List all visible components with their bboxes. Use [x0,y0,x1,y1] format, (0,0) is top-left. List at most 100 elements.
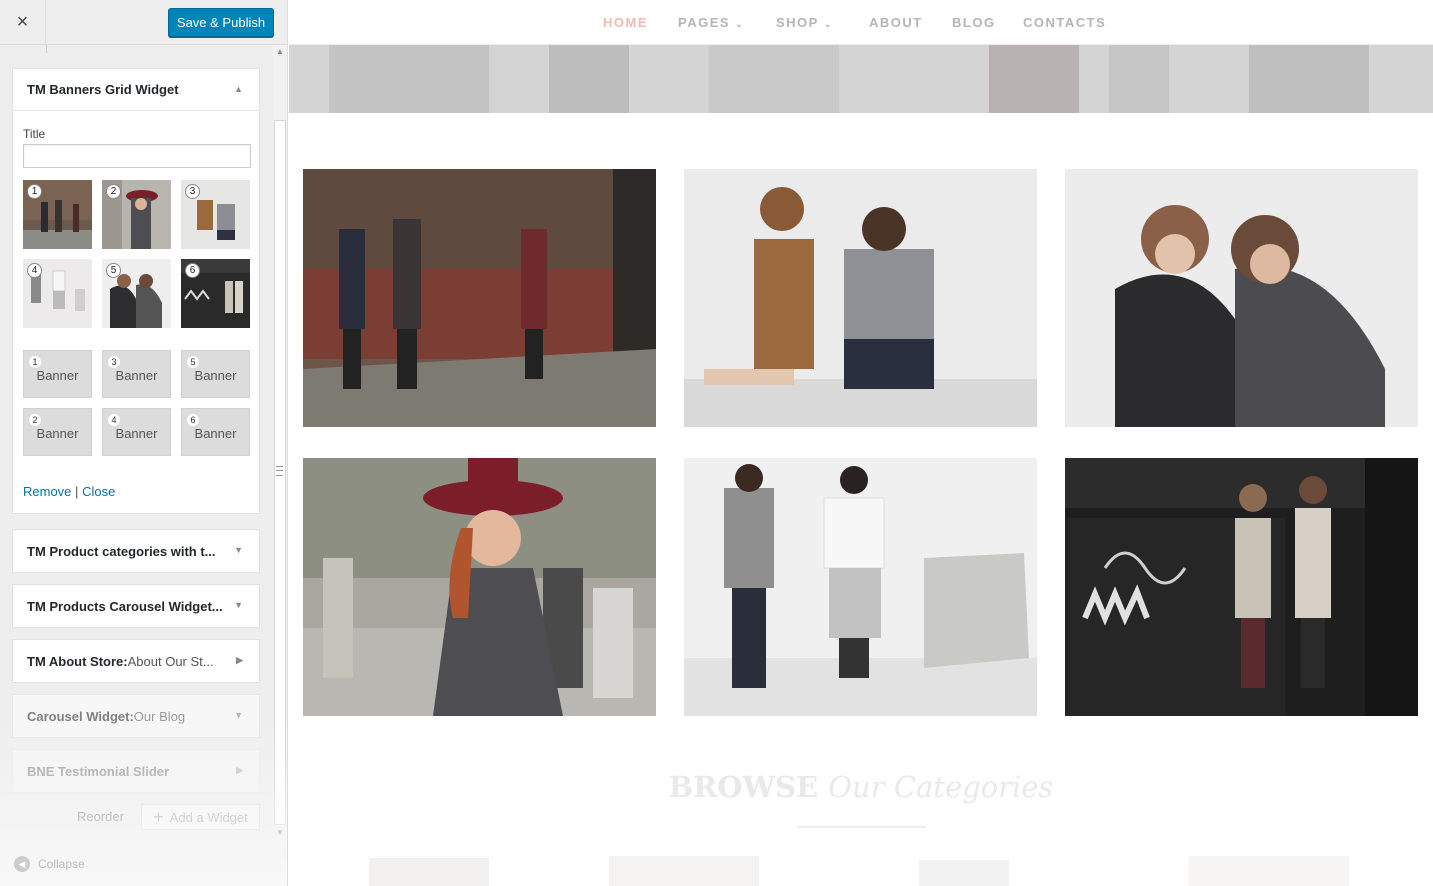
add-widget-label: Add a Widget [169,809,248,825]
nav-label: PAGES [678,15,731,30]
expand-arrow-icon[interactable]: ▶ [236,765,243,776]
category-images-strip [289,852,1433,886]
close-link[interactable]: Close [82,484,115,499]
banner-photo [684,458,1037,716]
widget-header[interactable]: TM Product categories with t... ▼ [13,530,259,572]
image-number-badge: 5 [106,263,121,278]
banner-slot[interactable]: 1 Banner [23,350,92,398]
nav-item-about[interactable]: ABOUT [869,15,923,30]
widget-title: TM Banners Grid Widget [27,82,179,97]
title-input[interactable] [23,144,251,168]
nav-label: CONTACTS [1023,15,1107,30]
customizer-header: × Save & Publish [0,0,287,45]
image-number-badge: 1 [27,184,42,199]
image-thumbnail[interactable]: 4 [23,259,92,328]
scroll-down-arrow-icon[interactable]: ▼ [276,828,284,837]
banner-image-3[interactable] [1065,169,1418,427]
banner-number-badge: 2 [29,414,41,426]
banner-label: Banner [115,426,158,441]
nav-label: BLOG [952,15,996,30]
link-separator: | [75,484,79,499]
image-thumbnail[interactable]: 3 [181,180,250,249]
banner-slot[interactable]: 3 Banner [102,350,171,398]
widget-title: TM Product categories with t... [27,543,216,559]
banner-photo [684,169,1037,427]
nav-item-pages[interactable]: PAGES ⌄ [678,15,744,30]
collapse-sidebar-button[interactable]: ◀ Collapse [14,856,85,872]
widget-testimonial-slider[interactable]: BNE Testimonial Slider ▶ [12,749,260,793]
add-widget-button[interactable]: + Add a Widget [141,804,260,830]
image-thumbnail[interactable]: 1 [23,180,92,249]
scrollbar-grip-icon [276,466,283,476]
banner-slot[interactable]: 4 Banner [102,408,171,456]
widget-actions: Remove | Close [23,484,249,513]
remove-link[interactable]: Remove [23,484,71,499]
widget-subtitle: About Our St... [127,653,214,669]
widget-title: TM Products Carousel Widget... [27,598,223,614]
nav-item-shop[interactable]: SHOP ⌄ [776,15,833,30]
widget-carousel-blog[interactable]: Carousel Widget: Our Blog ▼ [12,694,260,738]
nav-label: ABOUT [869,15,923,30]
customizer-sidebar: × Save & Publish ▲ ▼ TM Banners Grid Wid… [0,0,288,886]
banner-photo [303,458,656,716]
banner-slot[interactable]: 5 Banner [181,350,250,398]
image-number-badge: 4 [27,263,42,278]
site-navigation: HOME PAGES ⌄ SHOP ⌄ ABOUT BLOG CONTACTS [289,0,1433,45]
scroll-up-arrow-icon[interactable]: ▲ [276,47,284,56]
title-field-label: Title [23,127,46,141]
widget-product-categories[interactable]: TM Product categories with t... ▼ [12,529,260,573]
widget-title: BNE Testimonial Slider [27,763,170,779]
close-customizer-button[interactable]: × [0,0,46,45]
image-thumbnail[interactable]: 2 [102,180,171,249]
widget-header[interactable]: TM Products Carousel Widget... ▼ [13,585,259,627]
banner-label: Banner [115,368,158,383]
banner-image-5[interactable] [684,458,1037,716]
banner-image-4[interactable] [303,458,656,716]
widget-products-carousel[interactable]: TM Products Carousel Widget... ▼ [12,584,260,628]
banner-label: Banner [36,426,79,441]
image-thumbnail[interactable]: 6 [181,259,250,328]
widget-header[interactable]: TM Banners Grid Widget ▲ [13,69,259,111]
banner-photo [1065,458,1418,716]
banner-number-badge: 5 [187,356,199,368]
banner-slot[interactable]: 6 Banner [181,408,250,456]
nav-label: HOME [603,15,648,30]
image-thumbnail[interactable]: 5 [102,259,171,328]
banner-number-badge: 3 [108,356,120,368]
nav-label: SHOP [776,15,819,30]
banner-label: Banner [194,426,237,441]
expand-arrow-icon[interactable]: ▼ [234,600,243,610]
expand-arrow-icon[interactable]: ▶ [236,655,243,666]
widget-about-store[interactable]: TM About Store: About Our St... ▶ [12,639,260,683]
browse-title-italic: Our Categories [828,770,1054,804]
banner-photo [1065,169,1418,427]
save-publish-button[interactable]: Save & Publish [168,8,274,37]
hero-banner-image [289,45,1433,113]
nav-item-home[interactable]: HOME [603,15,648,30]
image-thumbnails: 1 2 3 4 5 6 [23,180,250,328]
expand-arrow-icon[interactable]: ▼ [234,545,243,555]
widget-title: Carousel Widget: [27,708,134,724]
plus-icon: + [153,806,164,827]
widget-header[interactable]: TM About Store: About Our St... ▶ [13,640,259,682]
banner-number-badge: 1 [29,356,41,368]
expand-arrow-icon[interactable]: ▼ [234,710,243,720]
banner-slots: 1 Banner 3 Banner 5 Banner 2 Banner 4 Banner … [23,350,250,456]
collapse-label: Collapse [38,857,85,871]
widget-header[interactable]: Carousel Widget: Our Blog ▼ [13,695,259,737]
widget-header[interactable]: BNE Testimonial Slider ▶ [13,750,259,792]
nav-item-blog[interactable]: BLOG [952,15,996,30]
banner-slot[interactable]: 2 Banner [23,408,92,456]
banner-image-6[interactable] [1065,458,1418,716]
chevron-down-icon: ⌄ [823,19,833,29]
site-preview: HOME PAGES ⌄ SHOP ⌄ ABOUT BLOG CONTACTS [289,0,1433,886]
category-photos [369,856,1349,886]
heading-underline [798,826,926,828]
browse-categories-heading: BROWSE Our Categories [289,770,1433,804]
banner-image-1[interactable] [303,169,656,427]
collapse-arrow-icon[interactable]: ▲ [234,84,243,94]
banner-image-2[interactable] [684,169,1037,427]
reorder-link[interactable]: Reorder [77,809,124,824]
nav-item-contacts[interactable]: CONTACTS [1023,15,1106,30]
widget-subtitle: Our Blog [133,708,186,724]
